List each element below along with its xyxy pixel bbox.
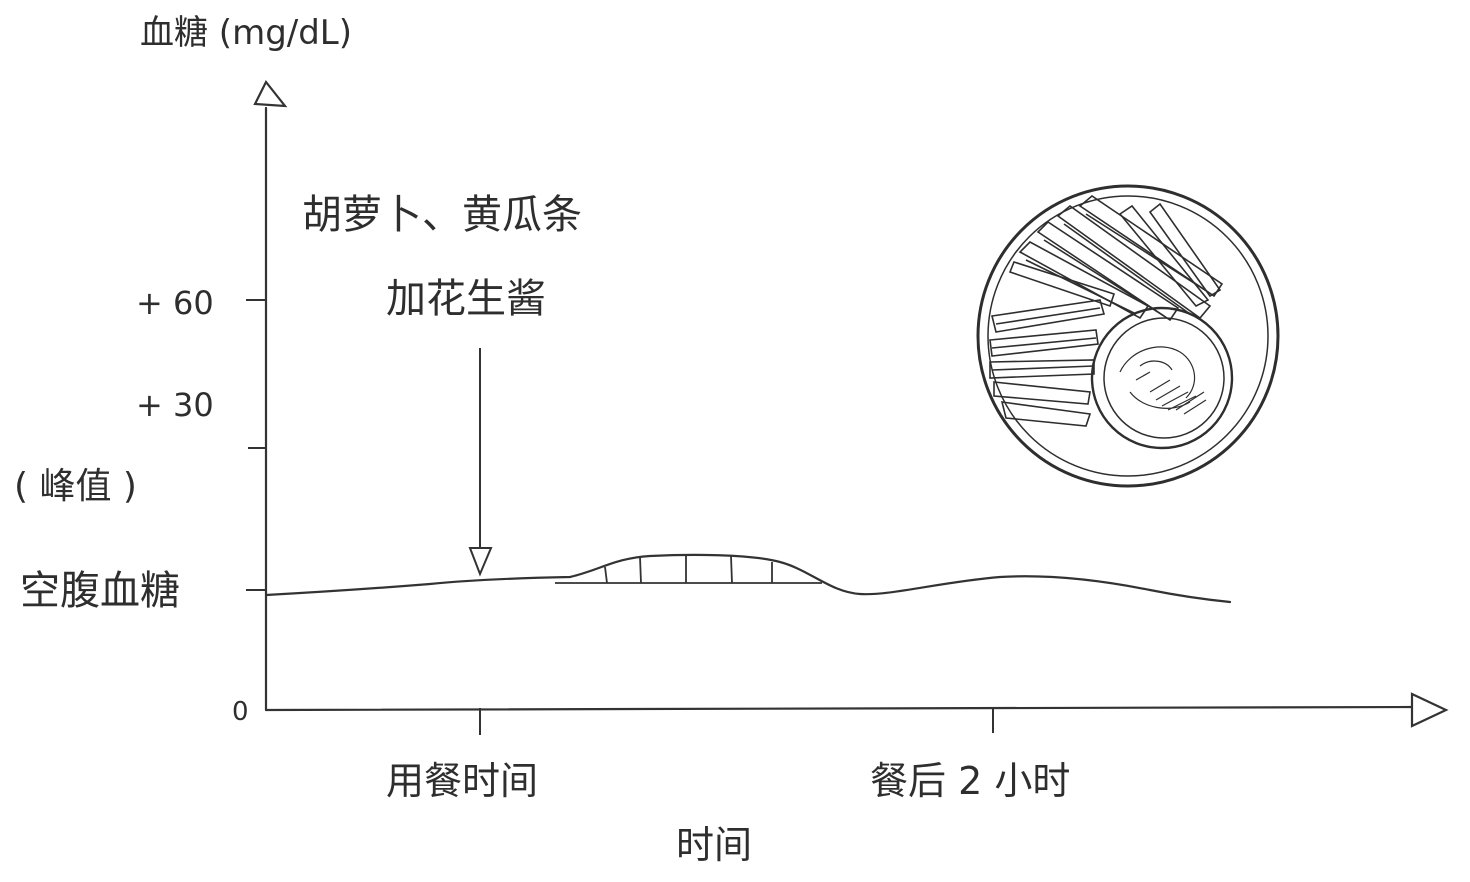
- dip-texture: [1119, 346, 1207, 415]
- annotation-line1: 胡萝卜、黄瓜条: [302, 192, 582, 238]
- y-tick-label-peak: ( 峰值 ): [14, 466, 137, 507]
- glucose-chart: 血糖 (mg/dL) + 60 + 30 ( 峰值 ) 空腹血糖 0 用餐时间 …: [14, 13, 1449, 867]
- glucose-curve: [264, 553, 1232, 604]
- y-tick-label-plus30: + 30: [136, 386, 214, 424]
- y-tick-label-zero: 0: [232, 697, 249, 727]
- dip-bowl-inner: [1103, 317, 1225, 439]
- x-tick-marks: [479, 708, 994, 735]
- y-tick-marks: [246, 299, 266, 591]
- rise-hatch-4: [730, 555, 733, 584]
- annotation-line2: 加花生酱: [386, 276, 546, 322]
- y-axis-title: 血糖 (mg/dL): [140, 13, 352, 53]
- y-tick-label-plus60: + 60: [136, 284, 214, 322]
- rise-hatch-1: [604, 566, 608, 584]
- x-axis: [264, 705, 1416, 712]
- x-axis-title: 时间: [676, 823, 752, 867]
- plate-of-vegetable-sticks-with-dip-icon: [976, 184, 1280, 488]
- y-tick-label-fasting: 空腹血糖: [20, 568, 180, 614]
- x-tick-label-mealtime: 用餐时间: [386, 759, 538, 803]
- x-axis-arrow: [1410, 692, 1449, 728]
- dip-bowl-outer: [1090, 306, 1234, 450]
- axes: [253, 79, 1449, 728]
- plate-outer-rim: [976, 184, 1280, 488]
- rise-hatch-2: [639, 556, 642, 584]
- x-tick-label-2h: 餐后 2 小时: [870, 759, 1070, 803]
- labels: 血糖 (mg/dL) + 60 + 30 ( 峰值 ) 空腹血糖 0 用餐时间 …: [14, 13, 1070, 867]
- y-axis-arrow: [253, 79, 288, 108]
- annotation-arrow: [468, 348, 493, 577]
- series-group: [264, 553, 1232, 604]
- annotation-arrow-head: [468, 547, 493, 577]
